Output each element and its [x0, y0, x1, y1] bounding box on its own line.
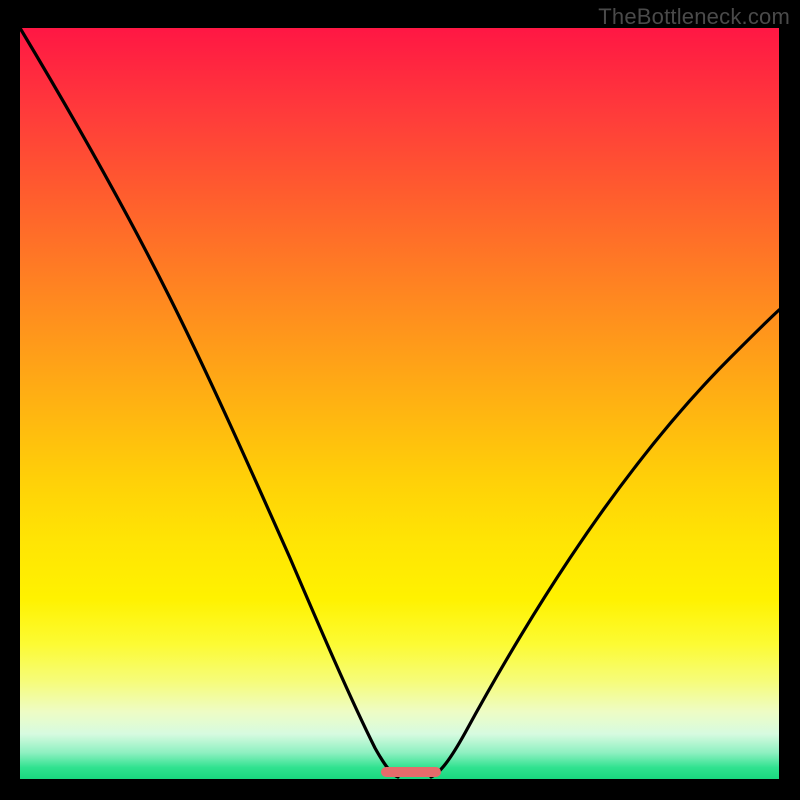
left-curve-path [20, 28, 398, 777]
bottleneck-marker [381, 767, 441, 777]
bottleneck-curve [20, 28, 779, 779]
right-curve-path [431, 310, 779, 777]
plot-area [20, 28, 779, 779]
chart-frame: TheBottleneck.com [0, 0, 800, 800]
watermark-text: TheBottleneck.com [598, 4, 790, 30]
